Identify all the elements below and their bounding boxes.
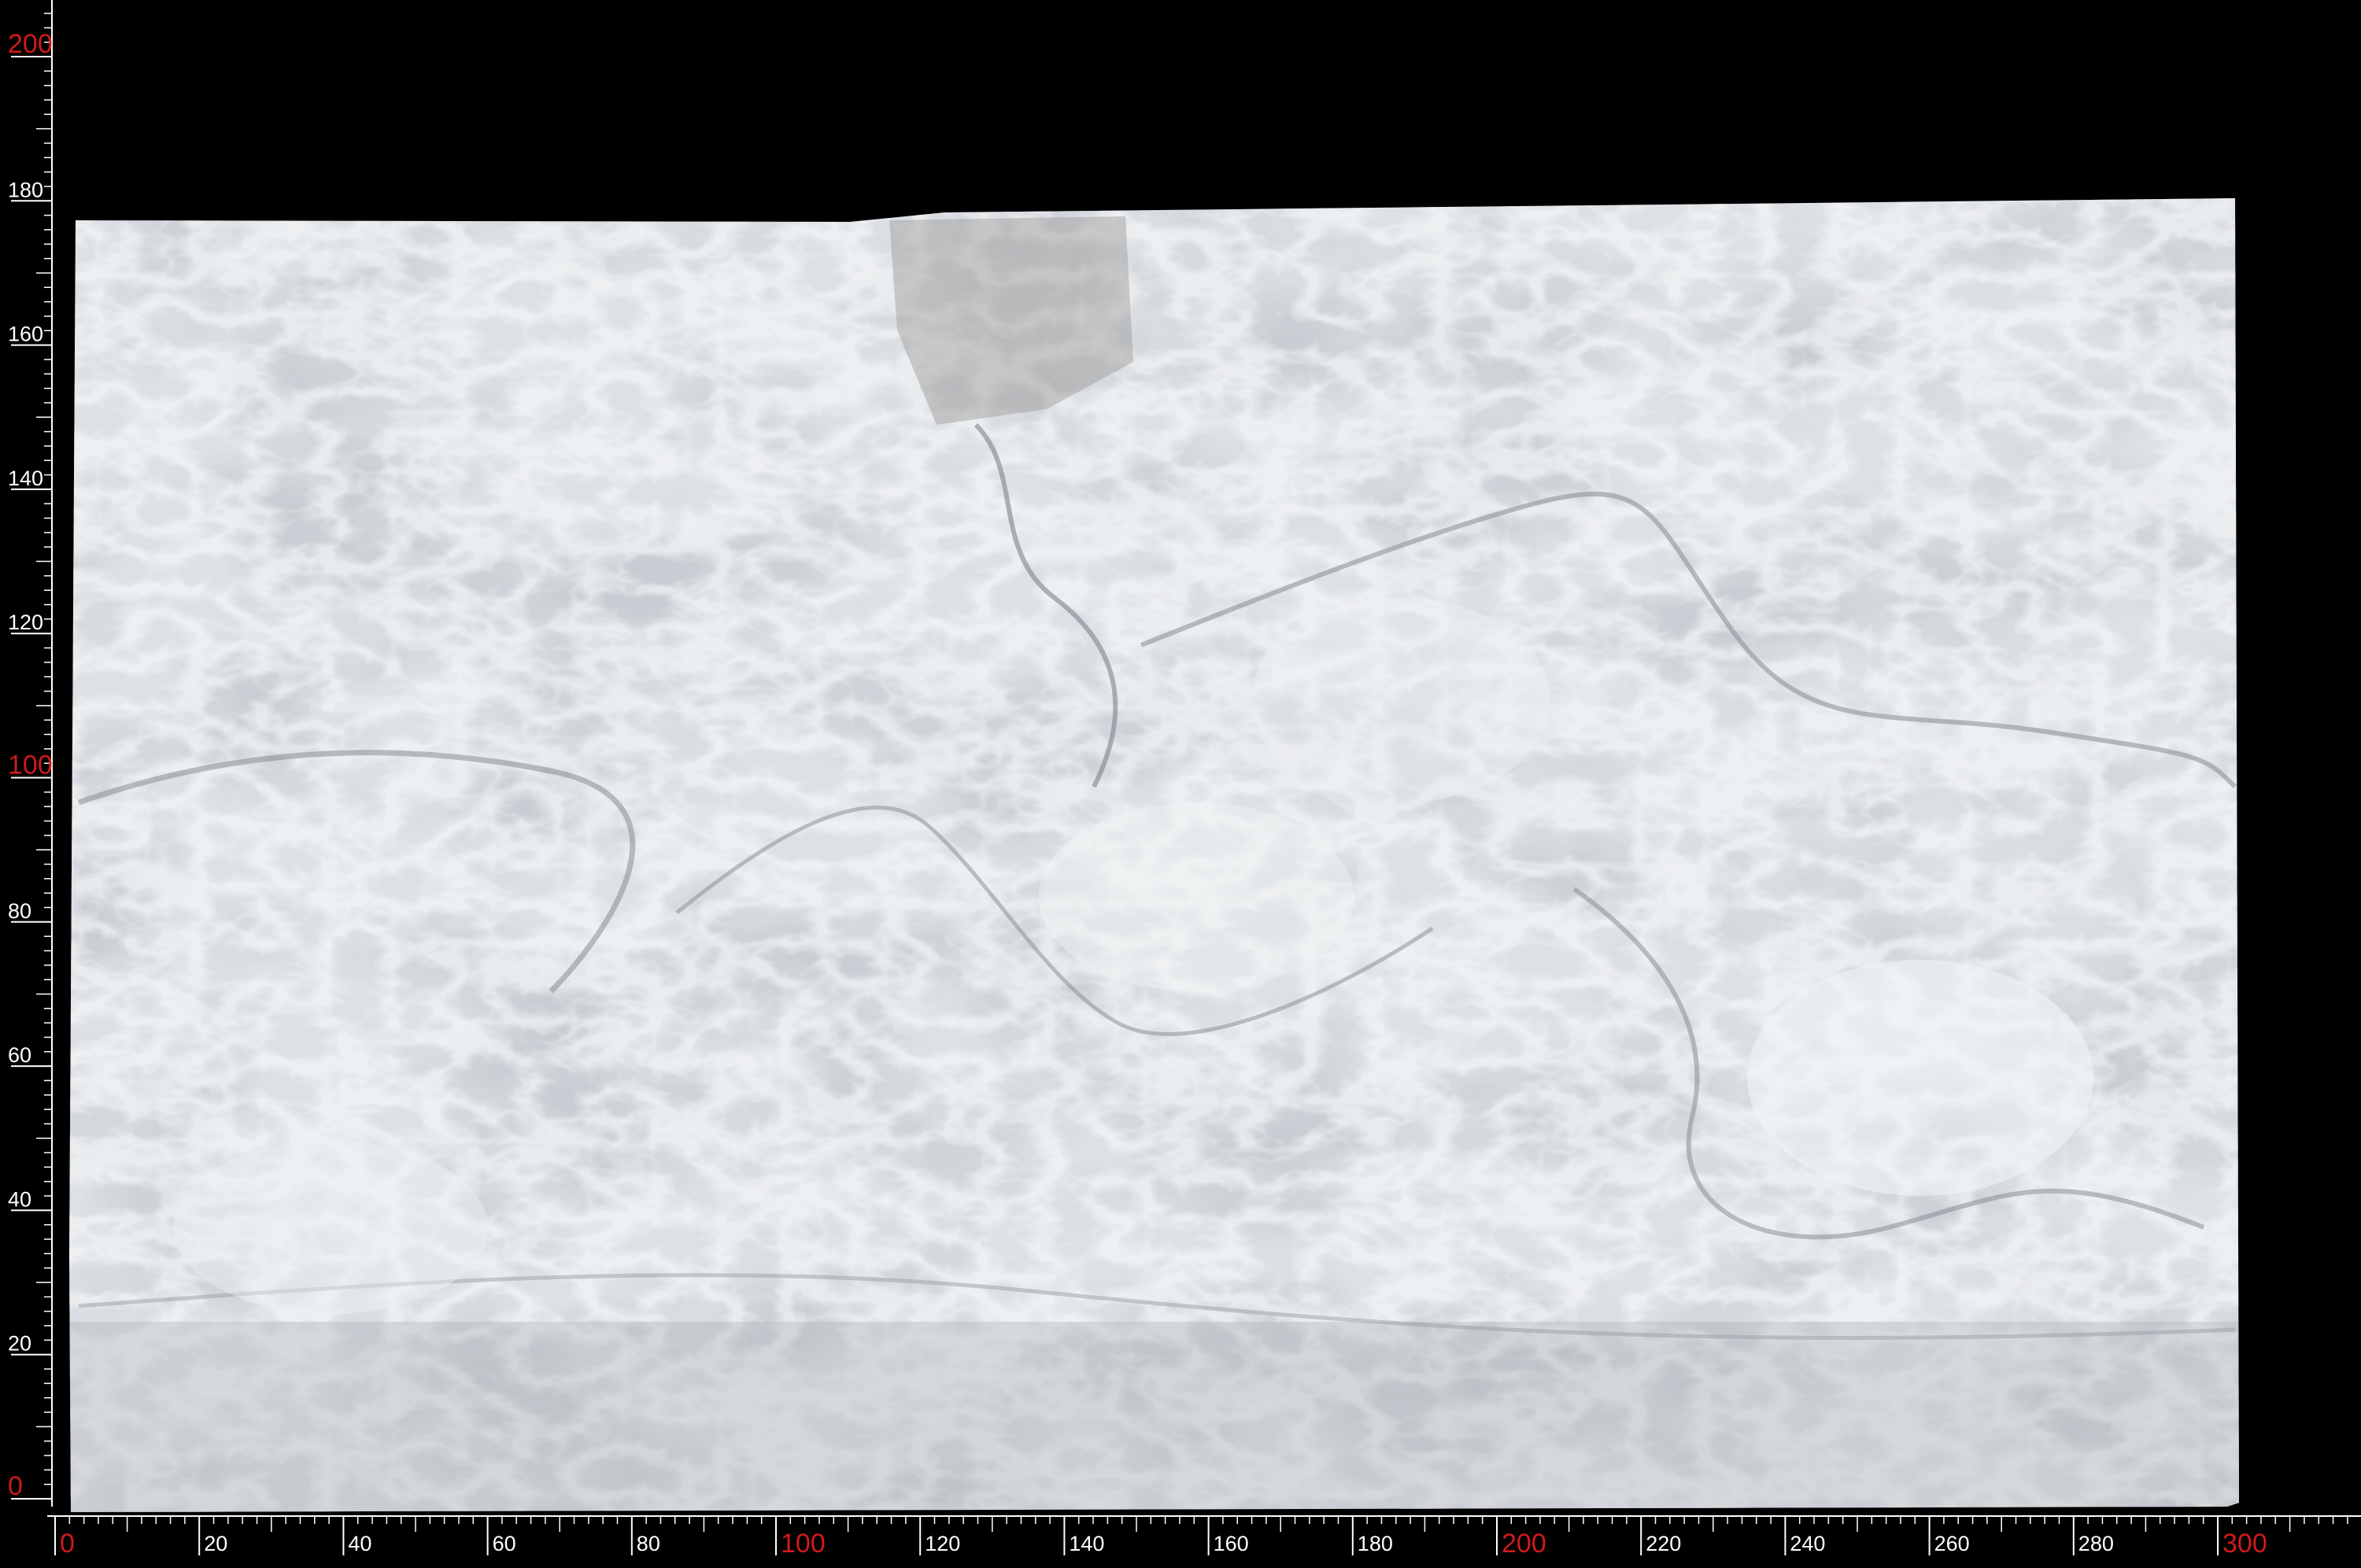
x-ruler-label: 260 bbox=[1934, 1532, 1970, 1555]
x-ruler-label: 220 bbox=[1646, 1532, 1681, 1555]
x-ruler-label: 240 bbox=[1790, 1532, 1825, 1555]
y-ruler-label: 140 bbox=[8, 467, 43, 490]
x-ruler-label: 40 bbox=[348, 1532, 371, 1555]
x-ruler-label: 60 bbox=[493, 1532, 516, 1555]
y-ruler-label: 100 bbox=[8, 751, 53, 780]
x-ruler-label: 200 bbox=[1502, 1529, 1546, 1559]
marble-slab bbox=[69, 198, 2239, 1512]
y-ruler-label: 200 bbox=[8, 29, 53, 59]
x-ruler-label: 160 bbox=[1214, 1532, 1249, 1555]
x-ruler-label: 80 bbox=[637, 1532, 660, 1555]
vertical-ruler: 0 20 40 60 80 100 120 140 160 180 200 bbox=[8, 0, 53, 1507]
x-ruler-label: 280 bbox=[2078, 1532, 2114, 1555]
y-ruler-label: 60 bbox=[8, 1043, 31, 1067]
y-ruler-label: 120 bbox=[8, 611, 43, 634]
y-ruler-label: 80 bbox=[8, 899, 31, 923]
x-ruler-label: 120 bbox=[925, 1532, 960, 1555]
x-ruler-label: 140 bbox=[1069, 1532, 1104, 1555]
horizontal-ruler: 0 20 40 60 80 100 120 140 160 180 200 220 240 260 280 3… bbox=[47, 1515, 2361, 1559]
y-ruler-label: 180 bbox=[8, 178, 43, 201]
x-ruler-label: 300 bbox=[2222, 1529, 2267, 1559]
y-ruler-label: 160 bbox=[8, 323, 43, 346]
y-ruler-label: 20 bbox=[8, 1332, 31, 1356]
x-ruler-label: 100 bbox=[781, 1529, 826, 1559]
x-ruler-label: 20 bbox=[204, 1532, 227, 1555]
y-ruler-label: 0 bbox=[8, 1471, 23, 1501]
x-ruler-label: 180 bbox=[1358, 1532, 1393, 1555]
slab-with-rulers: 0 20 40 60 80 100 120 140 160 180 200 0 20 40 60 80 100… bbox=[8, 0, 2361, 1559]
x-ruler-label: 0 bbox=[60, 1529, 75, 1559]
slab-photo-stage: 0 20 40 60 80 100 120 140 160 180 200 0 20 40 60 80 100… bbox=[0, 0, 2361, 1568]
y-ruler-label: 40 bbox=[8, 1187, 31, 1211]
